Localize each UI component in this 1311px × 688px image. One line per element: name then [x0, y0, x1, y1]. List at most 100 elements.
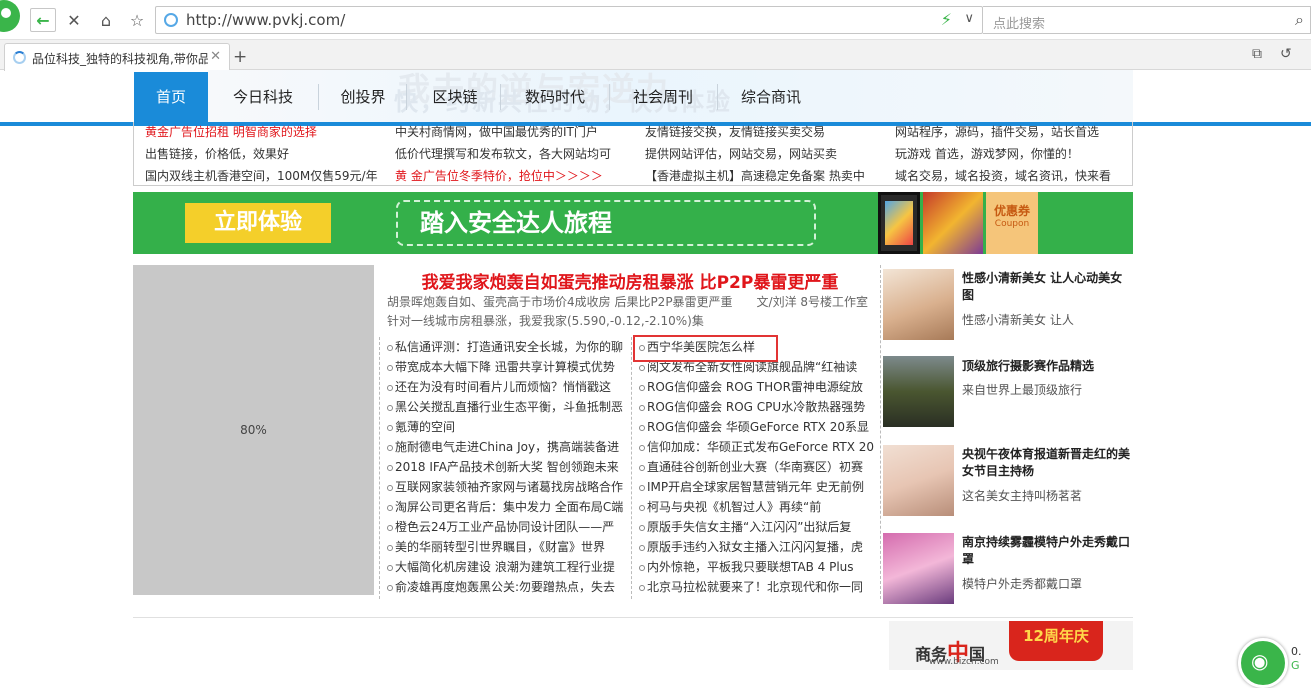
- network-widget[interactable]: ◉: [1238, 638, 1288, 688]
- nav-separator: [609, 84, 610, 110]
- section-divider: [133, 617, 1133, 618]
- side-item-desc: 模特户外走秀都戴口罩: [962, 577, 1083, 591]
- ad-link-box: 黄金广告位招租 明智商家的选择 出售链接，价格低，效果好 国内双线主机香港空间，…: [133, 122, 1133, 186]
- side-thumbnail[interactable]: [883, 269, 954, 340]
- nav-item-home[interactable]: 首页: [134, 72, 208, 122]
- list-item[interactable]: 信仰加成：华硕正式发布GeForce RTX 20: [637, 437, 877, 457]
- list-item[interactable]: 还在为没有时间看片儿而烦恼？悄悄戳这: [385, 377, 625, 397]
- chevron-down-icon[interactable]: ∨: [964, 11, 974, 26]
- nav-separator: [318, 84, 319, 110]
- ad-link[interactable]: 玩游戏 首选，游戏梦网，你懂的！: [895, 145, 1131, 162]
- bizcn-url: www.bizcn.com: [929, 657, 999, 667]
- net-speed-unit: G: [1291, 659, 1300, 672]
- list-item[interactable]: 2018 IFA产品技术创新大奖 智创领跑未来: [385, 457, 625, 477]
- column-divider: [880, 265, 881, 599]
- bizcn-ad[interactable]: 商务中国 12周年庆 www.bizcn.com: [889, 621, 1133, 670]
- list-item[interactable]: 黑公关搅乱直播行业生态平衡，斗鱼抵制恶: [385, 397, 625, 417]
- list-item[interactable]: 柯马与央视《机智过人》再续“前: [637, 497, 877, 517]
- net-speed-value: 0.: [1291, 645, 1302, 658]
- nav-item-today-tech[interactable]: 今日科技: [218, 72, 308, 122]
- list-item[interactable]: 俞凌雄再度炮轰黑公关:勿要蹭热点，失去: [385, 577, 625, 597]
- security-banner-ad[interactable]: 立即体验 踏入安全达人旅程 优惠券 Coupon: [133, 192, 1133, 254]
- list-item[interactable]: 氪薄的空间: [385, 417, 625, 437]
- list-item[interactable]: 私信通评测：打造通讯安全长城，为你的聊: [385, 337, 625, 357]
- nav-item-blockchain[interactable]: 区块链: [418, 72, 492, 122]
- tab-title: 品位科技_独特的科技视角,带你品: [32, 52, 208, 66]
- list-item[interactable]: 施耐德电气走进China Joy，携高端装备进: [385, 437, 625, 457]
- nav-separator: [406, 84, 407, 110]
- ad-link[interactable]: 中关村商情网，做中国最优秀的IT门户: [395, 123, 635, 140]
- url-text[interactable]: http://www.pvkj.com/: [186, 11, 345, 29]
- back-button[interactable]: ←: [30, 8, 56, 32]
- side-item-title[interactable]: 性感小清新美女 让人心动美女图: [962, 270, 1132, 304]
- list-item[interactable]: 原版手失信女主播“入江闪闪”出狱后复: [637, 517, 877, 537]
- column-divider: [631, 337, 632, 599]
- nav-separator: [717, 84, 718, 110]
- nav-item-business-news[interactable]: 综合商讯: [728, 72, 814, 122]
- tab-pvkj[interactable]: 品位科技_独特的科技视角,带你品 ✕: [4, 43, 230, 71]
- phone-image: [878, 192, 920, 254]
- list-item[interactable]: 大幅简化机房建设 浪潮为建筑工程行业提: [385, 557, 625, 577]
- ad-link[interactable]: 域名交易，域名投资，域名资讯，快来看: [895, 167, 1131, 184]
- bolt-icon[interactable]: ⚡: [941, 10, 952, 29]
- search-input[interactable]: 点此搜索 ⌕: [983, 6, 1311, 34]
- ad-link[interactable]: 黄金广告位招租 明智商家的选择: [145, 123, 385, 140]
- network-speed: 0. G: [1291, 645, 1302, 673]
- ad-link[interactable]: 友情链接交换，友情链接买卖交易: [645, 123, 885, 140]
- list-item[interactable]: ROG信仰盛会 华硕GeForce RTX 20系显: [637, 417, 877, 437]
- ad-link[interactable]: 网站程序，源码，插件交易，站长首选: [895, 123, 1131, 140]
- ad-link[interactable]: 提供网站评估，网站交易，网站买卖: [645, 145, 885, 162]
- undo-close-icon[interactable]: ↺: [1280, 46, 1292, 62]
- try-now-button[interactable]: 立即体验: [185, 203, 331, 243]
- side-item-title[interactable]: 南京持续雾霾模特户外走秀戴口罩: [962, 534, 1132, 568]
- address-bar[interactable]: http://www.pvkj.com/ ⚡ ∨: [155, 6, 983, 34]
- news-list-right: 西宁华美医院怎么样 阅文发布全新女性阅读旗舰品牌“红袖读 ROG信仰盛会 ROG…: [637, 337, 877, 597]
- home-button[interactable]: ⌂: [94, 8, 118, 32]
- headline-link[interactable]: 我爱我家炮轰自如蛋壳推动房租暴涨 比P2P暴雷更严重: [380, 268, 880, 293]
- bookmark-star-button[interactable]: ☆: [125, 8, 149, 32]
- search-icon[interactable]: ⌕: [1295, 10, 1304, 30]
- search-placeholder: 点此搜索: [993, 17, 1046, 32]
- list-item[interactable]: 北京马拉松就要来了！北京现代和你一同: [637, 577, 877, 597]
- nav-item-digital[interactable]: 数码时代: [511, 72, 599, 122]
- list-item[interactable]: IMP开启全球家居智慧营销元年 史无前例: [637, 477, 877, 497]
- coupon-sub-label: Coupon: [994, 219, 1030, 229]
- side-thumbnail[interactable]: [883, 533, 954, 604]
- list-item[interactable]: 互联网家装领袖齐家网与诸葛找房战略合作: [385, 477, 625, 497]
- list-item[interactable]: 原版手违约入狱女主播入江闪闪复播，虎: [637, 537, 877, 557]
- side-item-title[interactable]: 央视午夜体育报道新晋走红的美女节目主持杨: [962, 446, 1132, 480]
- list-item[interactable]: 带宽成本大幅下降 迅雷共享计算模式优势: [385, 357, 625, 377]
- ad-link[interactable]: 国内双线主机香港空间，100M仅售59元/年: [145, 167, 385, 184]
- ad-link[interactable]: 出售链接，价格低，效果好: [145, 145, 385, 162]
- list-item[interactable]: 橙色云24万工业产品协同设计团队——严: [385, 517, 625, 537]
- ad-link[interactable]: 黄 金广告位冬季特价，抢位中＞＞＞＞: [395, 167, 635, 184]
- side-item-desc: 这名美女主持叫杨茗茗: [962, 489, 1083, 503]
- list-item[interactable]: 美的华丽转型引世界瞩目，《财富》世界: [385, 537, 625, 557]
- side-thumbnail[interactable]: [883, 356, 954, 427]
- stop-button[interactable]: ✕: [62, 8, 86, 32]
- ad-link[interactable]: 低价代理撰写和发布软文，各大网站均可: [395, 145, 635, 162]
- list-item[interactable]: 淘屏公司更名背后：集中发力 全面布局C端: [385, 497, 625, 517]
- coupon-badge: 优惠券 Coupon: [986, 192, 1038, 254]
- nav-item-venture[interactable]: 创投界: [328, 72, 398, 122]
- wifi-icon: ◉: [1251, 649, 1269, 673]
- ad-link[interactable]: 【香港虚拟主机】高速稳定免备案 热卖中: [645, 167, 885, 184]
- list-item[interactable]: ROG信仰盛会 ROG CPU水冷散热器强势: [637, 397, 877, 417]
- nav-item-society-weekly[interactable]: 社会周刊: [620, 72, 706, 122]
- list-item[interactable]: 内外惊艳，平板我只要联想TAB 4 Plus: [637, 557, 877, 577]
- restore-window-icon[interactable]: ⧉: [1252, 46, 1262, 62]
- anniversary-badge: 12周年庆: [1009, 621, 1103, 661]
- side-item-desc: 来自世界上最顶级旅行: [962, 383, 1083, 397]
- list-item[interactable]: 直通硅谷创新创业大赛（华南赛区）初赛: [637, 457, 877, 477]
- nav-separator: [500, 84, 501, 110]
- news-list-left: 私信通评测：打造通讯安全长城，为你的聊 带宽成本大幅下降 迅雷共享计算模式优势 …: [385, 337, 625, 597]
- side-thumbnail[interactable]: [883, 445, 954, 516]
- list-item[interactable]: ROG信仰盛会 ROG THOR雷神电源绽放: [637, 377, 877, 397]
- image-placeholder: 80%: [133, 265, 374, 595]
- highlight-box: [633, 335, 778, 362]
- tab-close-icon[interactable]: ✕: [210, 49, 221, 64]
- new-tab-button[interactable]: +: [233, 47, 247, 67]
- placeholder-label: 80%: [240, 423, 267, 437]
- side-item-title[interactable]: 顶级旅行摄影赛作品精选: [962, 358, 1132, 375]
- tab-strip: 品位科技_独特的科技视角,带你品 ✕ +: [0, 40, 1311, 71]
